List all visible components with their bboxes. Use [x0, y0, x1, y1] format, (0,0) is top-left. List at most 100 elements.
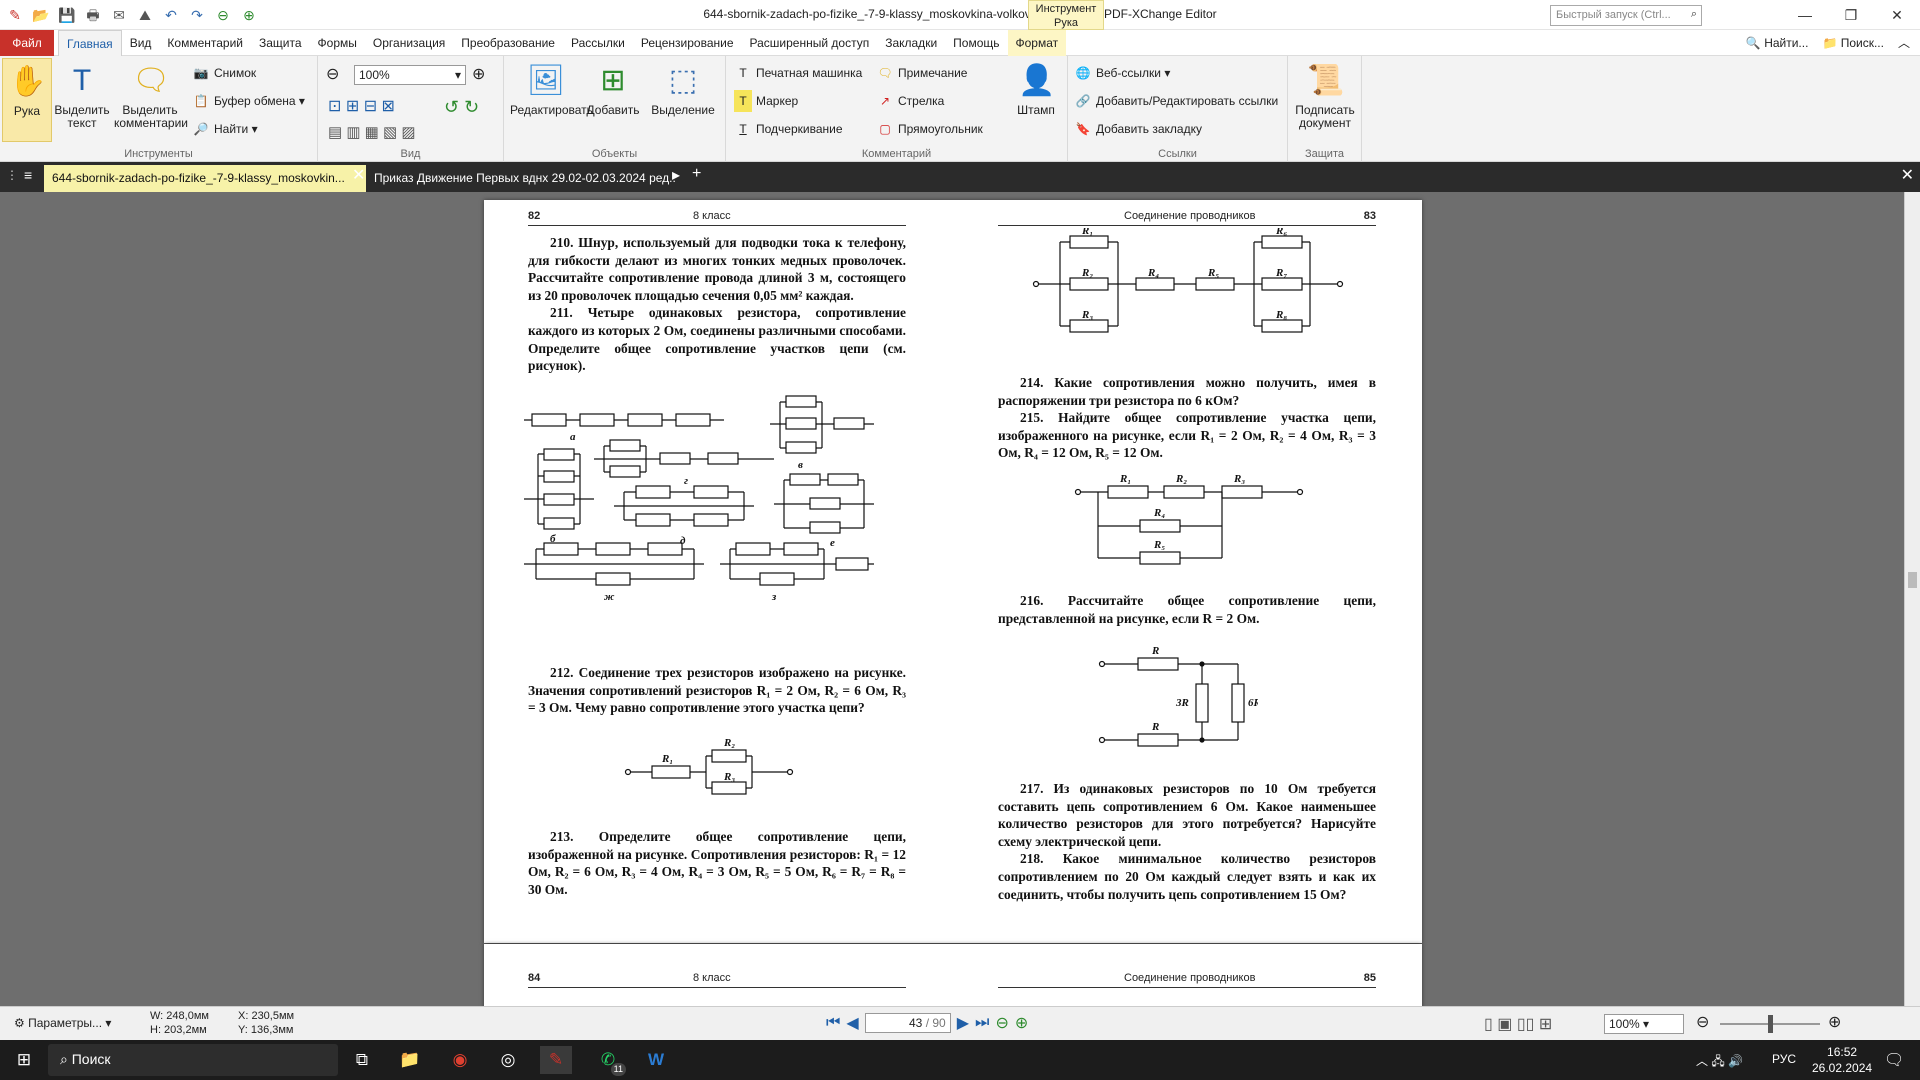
minimize-button[interactable]: —: [1782, 0, 1828, 30]
tab-bookmarks[interactable]: Закладки: [877, 30, 945, 57]
whatsapp-icon[interactable]: ✆ 11: [592, 1046, 626, 1076]
tab-close-icon[interactable]: ✕: [352, 165, 365, 185]
tab-organize[interactable]: Организация: [365, 30, 453, 57]
status-zoom-in-icon[interactable]: ⊕: [1828, 1012, 1841, 1032]
tab-close-icon-2[interactable]: ▸: [672, 165, 680, 185]
language-indicator[interactable]: РУС: [1772, 1052, 1796, 1066]
word-icon[interactable]: W: [640, 1046, 672, 1074]
tab-protect[interactable]: Защита: [251, 30, 310, 57]
tab-share[interactable]: Расширенный доступ: [742, 30, 878, 57]
close-document-icon[interactable]: ✕: [1901, 165, 1914, 185]
restore-button[interactable]: ❐: [1828, 0, 1874, 30]
snapshot-button[interactable]: 📷 Снимок: [192, 62, 257, 84]
problem-214: 214. Какие сопротивления можно получить,…: [998, 375, 1376, 408]
page-number-input[interactable]: 43 / 90: [864, 1013, 951, 1033]
zoom-out-icon[interactable]: ⊖: [326, 64, 339, 86]
params-button[interactable]: ⚙ Параметры... ▾: [14, 1016, 111, 1030]
svg-text:R₈: R₈: [1275, 309, 1287, 321]
file-menu[interactable]: Файл: [0, 30, 54, 56]
search-button[interactable]: 📁 Поиск...: [1822, 30, 1884, 56]
find-button[interactable]: 🔍 Найти...: [1746, 30, 1809, 56]
next-page-icon[interactable]: ▶: [957, 1013, 969, 1033]
zoom-slider-handle[interactable]: [1768, 1015, 1773, 1033]
windows-start-icon[interactable]: ⊞: [8, 1046, 40, 1074]
typewriter-button[interactable]: T Печатная машинка: [734, 62, 862, 84]
add-edit-links-button[interactable]: 🔗 Добавить/Редактировать ссылки: [1074, 90, 1279, 112]
status-zoom-select[interactable]: 100% ▾: [1604, 1014, 1684, 1034]
file-explorer-icon[interactable]: 📁: [394, 1046, 426, 1074]
document-tab[interactable]: Приказ Движение Первых вднх 29.02-02.03.…: [366, 165, 688, 192]
selection-button[interactable]: ⬚ Выделение: [646, 62, 720, 117]
vertical-scrollbar[interactable]: [1904, 192, 1920, 1006]
rotate-icons[interactable]: ↺ ↻: [444, 96, 479, 118]
tab-format[interactable]: Формат: [1007, 30, 1067, 57]
tab-forms[interactable]: Формы: [310, 30, 365, 57]
context-tab-hand-tool[interactable]: Инструмент Рука: [1028, 0, 1104, 30]
zoom-in-icon[interactable]: ⊕: [472, 64, 485, 86]
chrome-icon[interactable]: ◉: [444, 1046, 476, 1074]
task-view-icon[interactable]: ⧉: [346, 1046, 378, 1074]
close-button[interactable]: ✕: [1874, 0, 1920, 30]
svg-text:R₂: R₂: [723, 737, 735, 749]
select-comments-button[interactable]: 🗨 Выделить комментарии: [114, 62, 188, 130]
last-page-icon[interactable]: ⏭: [975, 1014, 989, 1032]
prev-page-icon[interactable]: ◀: [846, 1013, 858, 1033]
web-links-button[interactable]: 🌐 Веб-ссылки ▾: [1074, 62, 1171, 84]
zoom-select[interactable]: 100% ▾: [354, 65, 466, 85]
tabs-menu-icon[interactable]: ⋮: [6, 168, 18, 182]
figure-212: R₁ R₂ R₃: [624, 737, 794, 795]
hand-tool-button[interactable]: ✋ Рука: [2, 58, 52, 142]
nav-forward-icon[interactable]: ⊕: [1015, 1013, 1028, 1033]
circuit-g: [594, 439, 774, 478]
first-page-icon[interactable]: ⏮: [826, 1014, 840, 1032]
svg-text:R₁: R₁: [661, 753, 673, 765]
svg-text:3R: 3R: [1175, 697, 1189, 709]
note-button[interactable]: 🗨 Примечание: [876, 62, 967, 84]
quick-launch-input[interactable]: Быстрый запуск (Ctrl... ⌕: [1550, 5, 1702, 26]
tray-icons[interactable]: ︿ 🖧 🔊: [1696, 1052, 1743, 1073]
rectangle-button[interactable]: ▢ Прямоугольник: [876, 118, 982, 140]
taskbar-search[interactable]: ⌕ Поиск: [48, 1044, 338, 1076]
pdf-page: 82 8 класс 210. Шнур, используемый для п…: [484, 200, 1422, 943]
pdf-xchange-icon[interactable]: ✎: [540, 1046, 572, 1074]
select-text-button[interactable]: T Выделить текст: [54, 62, 110, 130]
notifications-icon[interactable]: 🗨: [1884, 1050, 1904, 1070]
add-button[interactable]: ⊞ Добавить: [582, 62, 644, 117]
marker-button[interactable]: T Маркер: [734, 90, 798, 112]
edit-button[interactable]: 🖼 Редактировать: [510, 62, 593, 117]
page-layout-icons[interactable]: ▤ ▥ ▦ ▧ ▨: [328, 122, 416, 144]
document-tab-active[interactable]: 644-sbornik-zadach-po-fizike_-7-9-klassy…: [44, 165, 366, 192]
tab-home[interactable]: Главная: [58, 30, 122, 57]
fig-label-zh: ж: [604, 591, 615, 603]
actual-size-icon[interactable]: ⊡ ⊞ ⊟ ⊠: [328, 96, 395, 118]
fig-label-e: е: [830, 537, 835, 549]
new-tab-icon[interactable]: +: [692, 165, 701, 183]
clock[interactable]: 16:52 26.02.2024: [1812, 1044, 1872, 1076]
svg-text:R₂: R₂: [1081, 267, 1093, 279]
app-icon[interactable]: ◎: [492, 1046, 524, 1074]
tab-mailings[interactable]: Рассылки: [563, 30, 633, 57]
add-bookmark-button[interactable]: 🔖 Добавить закладку: [1074, 118, 1202, 140]
status-zoom-out-icon[interactable]: ⊖: [1696, 1012, 1709, 1032]
tab-help[interactable]: Помощь: [945, 30, 1007, 57]
tab-view[interactable]: Вид: [122, 30, 160, 57]
ribbon-collapse-icon[interactable]: ︿: [1898, 30, 1910, 56]
stamp-button[interactable]: 👤 Штамп: [1008, 62, 1064, 117]
arrow-button[interactable]: ↗ Стрелка: [876, 90, 944, 112]
select-shape-icon: ⬚: [668, 64, 698, 97]
underline-button[interactable]: T Подчеркивание: [734, 118, 842, 140]
tab-convert[interactable]: Преобразование: [453, 30, 563, 57]
next-left-header: 84 8 класс: [528, 972, 906, 988]
find-tool-button[interactable]: 🔎 Найти ▾: [192, 118, 258, 140]
tab-review[interactable]: Рецензирование: [633, 30, 742, 57]
nav-back-icon[interactable]: ⊖: [995, 1013, 1008, 1033]
tab-comment[interactable]: Комментарий: [159, 30, 251, 57]
tab-list-icon[interactable]: ≡: [24, 167, 32, 183]
view-mode-icons[interactable]: ▯ ▣ ▯▯ ⊞: [1484, 1014, 1552, 1034]
scrollbar-thumb[interactable]: [1908, 572, 1917, 588]
document-view[interactable]: 82 8 класс 210. Шнур, используемый для п…: [0, 192, 1904, 1006]
clipboard-button[interactable]: 📋 Буфер обмена ▾: [192, 90, 305, 112]
next-left-section: 8 класс: [693, 972, 731, 984]
sign-document-button[interactable]: 📜 Подписать документ: [1290, 62, 1360, 130]
svg-text:R₁: R₁: [1119, 473, 1131, 485]
